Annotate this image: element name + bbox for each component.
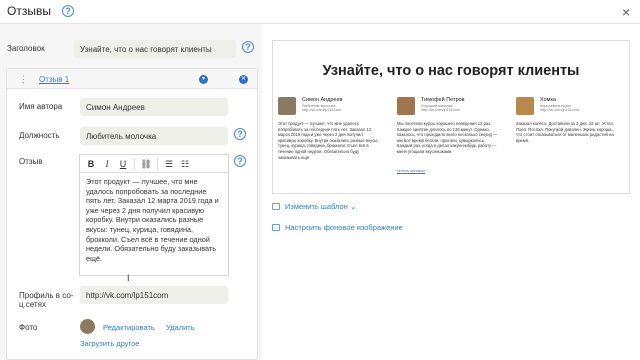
profile-label: Профиль в со- ц.сетях xyxy=(19,291,74,309)
read-more-link[interactable]: Читать целиком xyxy=(397,169,425,173)
review-editor[interactable]: B I U ⛓ ☰ ☷ Этот продукт — лучшее, что м… xyxy=(79,154,229,276)
reviewer-profile: http://vk.com/lp151com xyxy=(540,108,580,112)
help-icon[interactable]: ? xyxy=(242,41,254,53)
author-input[interactable]: Симон Андреев xyxy=(80,98,228,116)
review-tab-title[interactable]: Отзыв 1 xyxy=(39,75,69,84)
toolbar-divider xyxy=(134,157,135,170)
edit-photo-link[interactable]: Редактировать xyxy=(103,323,155,332)
bulleted-list-icon[interactable]: ☷ xyxy=(178,157,192,171)
position-input[interactable]: Любитель молочка xyxy=(80,127,228,145)
drag-handle-icon[interactable]: ⋮ xyxy=(19,74,28,85)
template-preview: Узнайте, что о нас говорят клиенты Симон… xyxy=(272,40,630,194)
underline-button[interactable]: U xyxy=(116,157,130,171)
reviewer-name: Хомка xyxy=(540,97,557,103)
preview-title: Узнайте, что о нас говорят клиенты xyxy=(322,63,580,79)
reviewer-name: Симон Андреев xyxy=(302,97,343,103)
text-cursor-icon: I xyxy=(127,273,130,283)
upload-photo-link[interactable]: Загрузить другое xyxy=(80,339,139,348)
chevron-down-icon: ⌄ xyxy=(349,202,357,211)
position-label: Должность xyxy=(19,131,60,140)
heading-label: Заголовок xyxy=(7,44,45,53)
close-icon[interactable]: × xyxy=(622,4,630,20)
settings-pane: Заголовок Узнайте, что о нас говорят кли… xyxy=(0,24,262,360)
review-text[interactable]: Этот продукт — лучшее, что мне удалось п… xyxy=(80,173,228,267)
background-settings-link[interactable]: Настроить фоновое изображение xyxy=(272,223,403,232)
reviewer-photo xyxy=(278,97,296,115)
top-bar: Отзывы ? × xyxy=(0,0,640,24)
toolbar-divider xyxy=(157,157,158,170)
link-icon[interactable]: ⛓ xyxy=(139,157,153,171)
review-text: Этот продукт — лучшее, что мне удалось п… xyxy=(278,121,379,160)
remove-icon[interactable]: ✕ xyxy=(239,75,248,84)
image-icon xyxy=(272,224,280,231)
collapse-icon[interactable]: ▾ xyxy=(199,75,208,84)
author-label: Имя автора xyxy=(19,102,63,111)
review-label: Отзыв xyxy=(19,157,43,166)
editor-toolbar: B I U ⛓ ☰ ☷ xyxy=(80,155,228,173)
background-settings-label: Настроить фоновое изображение xyxy=(285,223,403,232)
author-avatar xyxy=(80,319,95,334)
change-template-link[interactable]: Изменить шаблон ⌄ xyxy=(272,202,356,211)
reviewer-photo xyxy=(516,97,534,115)
numbered-list-icon[interactable]: ☰ xyxy=(162,157,176,171)
review-card-header[interactable]: ⋮ Отзыв 1 ▾ ✕ xyxy=(7,69,257,89)
review-text: Мы посетили курсы хорошего поведения 12 … xyxy=(397,121,498,154)
help-icon[interactable]: ? xyxy=(234,128,246,140)
window-title: Отзывы xyxy=(7,4,51,18)
heading-input[interactable]: Узнайте, что о нас говорят клиенты xyxy=(74,40,236,58)
reviewer-profile: http://vk.com/lp151com xyxy=(302,108,342,112)
reviewer-photo xyxy=(397,97,415,115)
profile-input[interactable]: http://vk.com/lp151com xyxy=(80,286,228,304)
reviewer-name: Тимофей Петров xyxy=(421,97,465,103)
bold-button[interactable]: B xyxy=(84,157,98,171)
photo-label: Фото xyxy=(19,323,38,332)
review-text: Заказал колесо. Доставили за 3 дня. 22 ш… xyxy=(516,121,615,143)
help-icon[interactable]: ? xyxy=(234,155,246,167)
reviewer-profile: http://vk.com/lp151com xyxy=(421,108,461,112)
italic-button[interactable]: I xyxy=(100,157,114,171)
delete-photo-link[interactable]: Удалить xyxy=(166,323,195,332)
template-icon xyxy=(272,203,280,210)
help-icon[interactable]: ? xyxy=(62,5,74,17)
reviews-editor-window: Отзывы ? × Заголовок Узнайте, что о нас … xyxy=(0,0,640,360)
change-template-label: Изменить шаблон xyxy=(285,202,348,211)
